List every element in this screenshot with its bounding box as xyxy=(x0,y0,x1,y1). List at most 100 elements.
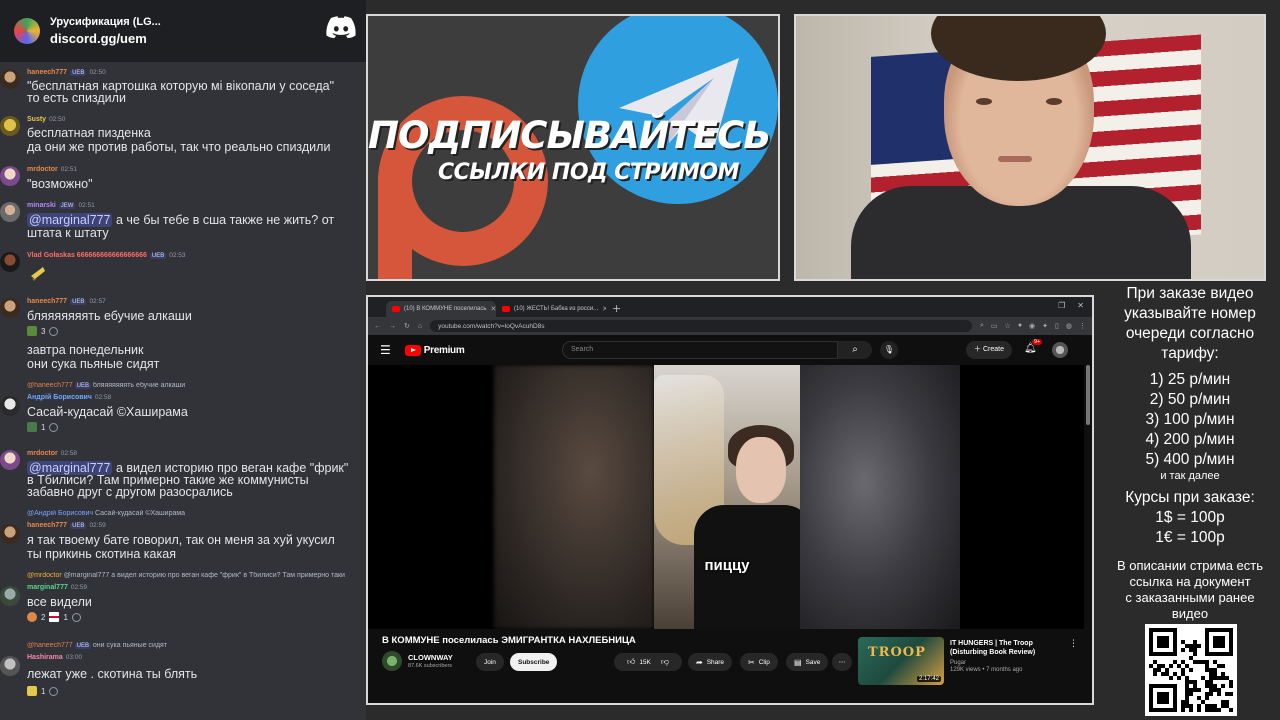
new-tab-icon[interactable]: + xyxy=(612,302,621,317)
message-text: все видели xyxy=(27,595,92,609)
search-icon[interactable]: ⌕ xyxy=(838,341,872,359)
extension-icon[interactable]: ◉ xyxy=(1029,322,1035,330)
puzzle-icon[interactable]: ✦ xyxy=(1042,322,1048,330)
username[interactable]: marginal777 xyxy=(27,584,68,591)
account-avatar[interactable] xyxy=(1052,342,1068,358)
channel-avatar[interactable] xyxy=(382,651,402,671)
clip-button[interactable]: ✂ Clip xyxy=(740,653,778,671)
add-reaction-icon[interactable] xyxy=(49,686,59,696)
message-text: @marginal777 а че бы тебе в сша также не… xyxy=(27,213,335,227)
more-options-icon[interactable]: ⋮ xyxy=(1069,639,1078,649)
reply-preview[interactable]: @Андрій Борисович Сасай-кудасай ©Хаширам… xyxy=(27,510,365,517)
channel-name[interactable]: CLOWNWAY xyxy=(408,653,453,662)
close-window-icon[interactable]: ✕ xyxy=(1077,301,1084,310)
username[interactable]: haneech777 xyxy=(27,522,67,529)
save-button[interactable]: ▤ Save xyxy=(786,653,829,671)
sticker-icon xyxy=(31,267,45,281)
bookmark-star-icon[interactable]: ☆ xyxy=(1005,322,1011,330)
thumbs-up-icon[interactable]: 👍︎ xyxy=(627,657,635,667)
avatar[interactable] xyxy=(0,298,20,318)
recommended-channel[interactable]: Pugar xyxy=(950,660,1070,666)
avatar[interactable] xyxy=(0,252,20,272)
more-actions-icon[interactable]: ⋯ xyxy=(832,653,852,671)
youtube-logo[interactable]: Premium xyxy=(404,344,465,356)
qr-code[interactable] xyxy=(1145,624,1237,716)
cast-icon[interactable]: ▭ xyxy=(991,322,998,330)
username[interactable]: haneech777 xyxy=(27,298,67,305)
microphone-icon[interactable]: 🎙︎ xyxy=(880,341,898,359)
add-reaction-icon[interactable] xyxy=(49,422,59,432)
reload-icon[interactable]: ↻ xyxy=(404,322,410,330)
username[interactable]: mrdoctor xyxy=(27,166,58,173)
home-icon[interactable]: ⌂ xyxy=(418,323,422,330)
reaction[interactable]: 3 xyxy=(27,326,59,336)
username[interactable]: mrdoctor xyxy=(27,450,58,457)
hamburger-menu-icon[interactable]: ☰ xyxy=(380,343,391,357)
username[interactable]: Susty xyxy=(27,116,46,123)
recommended-video[interactable]: TROOP 2:17:42 IT HUNGERS | The Troop (Di… xyxy=(858,637,1082,687)
avatar[interactable] xyxy=(0,396,20,416)
add-reaction-icon[interactable] xyxy=(49,326,59,336)
avatar[interactable] xyxy=(0,450,20,470)
reaction[interactable]: 1 xyxy=(27,686,59,696)
invite-link[interactable]: discord.gg/uem xyxy=(50,31,161,46)
recommended-title[interactable]: IT HUNGERS | The Troop (Disturbing Book … xyxy=(950,639,1070,657)
reply-preview[interactable]: @haneech777 UEB они сука пьяные сидят xyxy=(27,642,365,649)
role-badge: UEB xyxy=(70,522,87,529)
avatar[interactable] xyxy=(0,166,20,186)
add-reaction-icon[interactable] xyxy=(71,612,81,622)
reaction[interactable]: 2 1 xyxy=(27,612,81,622)
username[interactable]: haneech777 xyxy=(27,69,67,76)
timestamp: 02:59 xyxy=(70,584,88,591)
message-text: ты прикинь скотина какая xyxy=(27,547,176,561)
search-input[interactable]: Search xyxy=(562,341,838,359)
timestamp: 02:58 xyxy=(94,394,112,401)
avatar[interactable] xyxy=(0,202,20,222)
forward-icon[interactable]: → xyxy=(389,323,396,330)
and-more-text: и так далее xyxy=(1160,470,1220,482)
share-button[interactable]: ➦ Share xyxy=(688,653,733,671)
tab-youtube-second[interactable]: (10) ЖЕСТЬ! Бабка из росси... ✕ xyxy=(496,301,606,317)
message-text: забавно друг с другом разосрались xyxy=(27,485,233,499)
back-icon[interactable]: ← xyxy=(374,323,381,330)
tariff-item: 1) 25 р/мин xyxy=(1149,371,1231,388)
username[interactable]: Vlad Gołaskas 666666666666666666 xyxy=(27,252,147,259)
extension-icon[interactable]: ● xyxy=(1018,322,1022,330)
thumbs-down-icon[interactable]: 👎︎ xyxy=(661,657,669,667)
subscribe-button[interactable]: Subscribe xyxy=(510,653,558,671)
avatar[interactable] xyxy=(0,586,20,606)
flag-emoji-icon xyxy=(27,326,37,336)
recommended-thumbnail[interactable]: TROOP 2:17:42 xyxy=(858,637,944,685)
profile-icon[interactable]: ◍ xyxy=(1066,322,1072,330)
menu-dots-icon[interactable]: ⋮ xyxy=(1079,322,1086,330)
username[interactable]: minarski xyxy=(27,202,56,209)
like-dislike-button[interactable]: 👍︎ 15K 👎︎ xyxy=(614,653,682,671)
description-text: видео xyxy=(1171,606,1209,621)
sidebar-icon[interactable]: ▯ xyxy=(1055,322,1059,330)
message-text: завтра понедельник xyxy=(27,343,144,357)
user-mention[interactable]: @marginal777 xyxy=(27,213,113,227)
avatar[interactable] xyxy=(0,69,20,89)
webcam-feed xyxy=(794,14,1266,281)
channel-info: CLOWNWAY 87.6K subscribers xyxy=(382,651,453,671)
role-badge: JEW xyxy=(58,202,76,209)
avatar[interactable] xyxy=(0,656,20,676)
video-player[interactable]: пиццу xyxy=(368,365,1084,629)
create-button[interactable]: ＋ Create xyxy=(966,341,1012,359)
username[interactable]: Hashirama xyxy=(27,654,63,661)
tab-youtube-video[interactable]: (10) В КОММУНЕ поселилась ✕ xyxy=(386,301,496,317)
timestamp: 03:00 xyxy=(65,654,83,661)
avatar[interactable] xyxy=(0,116,20,136)
reply-preview[interactable]: @haneech777 UEB бляяяяяяять ебучие алкаш… xyxy=(27,382,365,389)
url-field[interactable]: youtube.com/watch?v=loQvAcuhD8s xyxy=(430,320,972,332)
page-scrollbar[interactable] xyxy=(1086,365,1090,425)
close-tab-icon[interactable]: ✕ xyxy=(602,305,606,313)
username[interactable]: Андрій Борисович xyxy=(27,394,92,401)
join-button[interactable]: Join xyxy=(476,653,504,671)
address-bar: ← → ↻ ⌂ youtube.com/watch?v=loQvAcuhD8s … xyxy=(368,317,1092,335)
zoom-icon[interactable]: ⌕ xyxy=(980,322,984,330)
avatar[interactable] xyxy=(0,524,20,544)
restore-icon[interactable]: ❐ xyxy=(1058,301,1065,310)
reaction[interactable]: 1 xyxy=(27,422,59,432)
reply-preview[interactable]: @mrdoctor @marginal777 а видел историю п… xyxy=(27,572,365,579)
